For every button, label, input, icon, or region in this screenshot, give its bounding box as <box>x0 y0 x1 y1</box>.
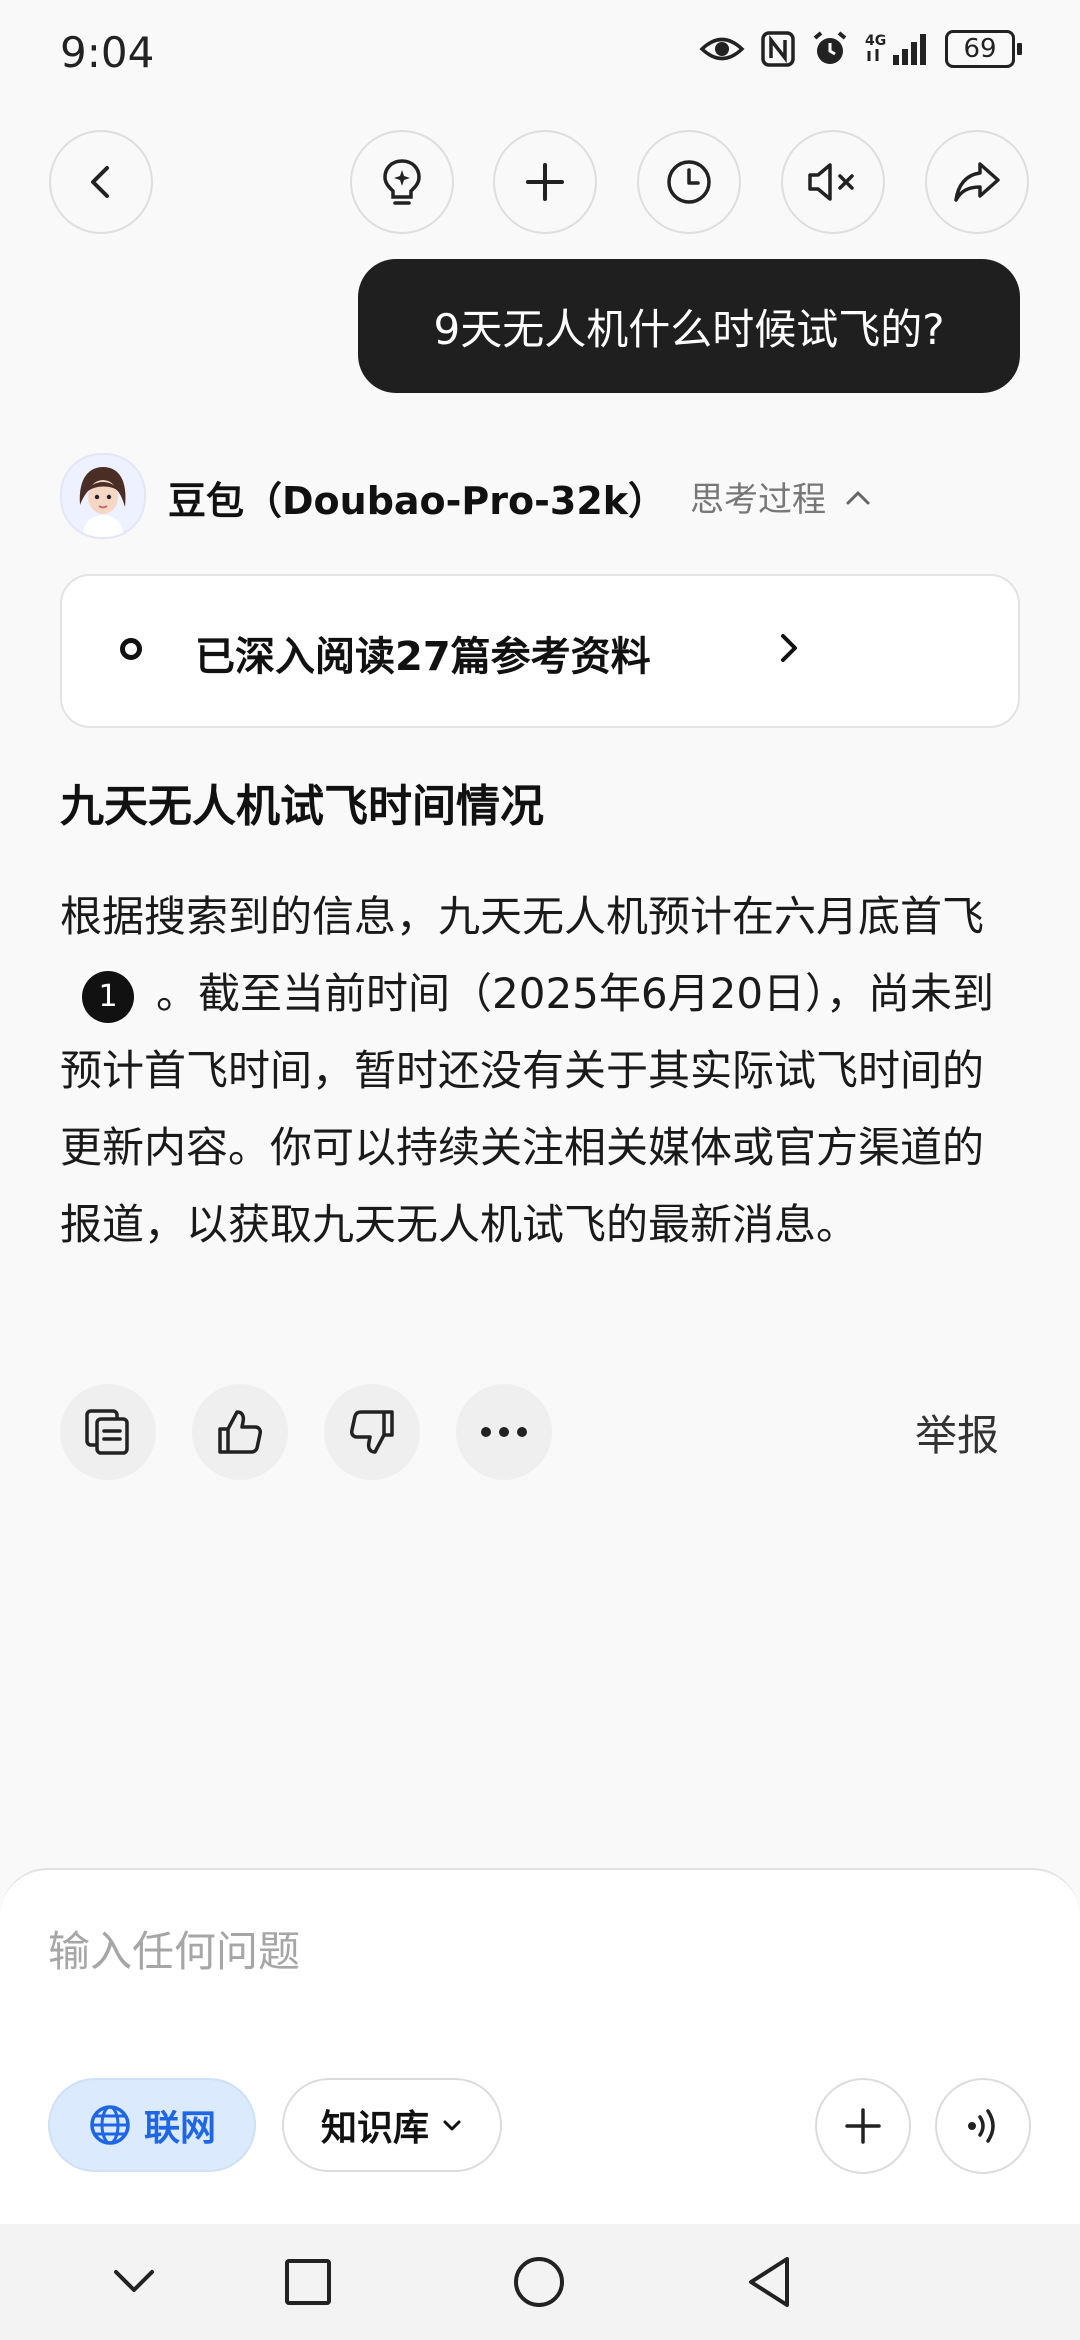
more-icon <box>481 1427 527 1437</box>
attach-button[interactable] <box>815 2078 911 2174</box>
nav-recents-icon[interactable] <box>284 2258 332 2306</box>
bullet-icon <box>120 638 142 660</box>
copy-icon <box>85 1409 129 1455</box>
bot-name: 豆包（Doubao-Pro-32k） <box>168 479 667 523</box>
reference-card-label: 已深入阅读27篇参考资料 <box>195 634 651 680</box>
battery-level: 69 <box>945 30 1015 68</box>
voice-wave-icon <box>968 2109 995 2143</box>
thinking-label: 思考过程 <box>690 480 826 520</box>
answer-title: 九天无人机试飞时间情况 <box>60 781 544 832</box>
signal-4g-icon: 4G <box>865 33 926 65</box>
thumbs-up-icon <box>218 1410 262 1454</box>
nav-collapse-icon[interactable] <box>112 2262 156 2302</box>
mute-icon <box>808 163 854 201</box>
share-icon <box>954 162 1000 202</box>
web-search-label: 联网 <box>143 2108 216 2149</box>
history-button[interactable] <box>637 130 741 234</box>
alarm-icon <box>813 31 847 64</box>
thumbs-down-icon <box>350 1410 394 1454</box>
battery-indicator: 69 <box>945 30 1022 68</box>
like-button[interactable] <box>192 1384 288 1480</box>
nav-home-icon[interactable] <box>513 2256 565 2308</box>
dislike-button[interactable] <box>324 1384 420 1480</box>
web-search-toggle[interactable]: 联网 <box>48 2078 256 2172</box>
knowledge-base-dropdown[interactable]: 知识库 <box>282 2078 502 2172</box>
back-button[interactable] <box>49 130 153 234</box>
reference-card[interactable]: 已深入阅读27篇参考资料 <box>60 574 1020 728</box>
citation-badge[interactable]: 1 <box>82 970 134 1023</box>
status-time: 9:04 <box>60 28 155 77</box>
lightbulb-icon <box>383 159 421 205</box>
copy-button[interactable] <box>60 1384 156 1480</box>
more-button[interactable] <box>456 1384 552 1480</box>
eye-icon <box>699 37 745 61</box>
voice-button[interactable] <box>935 2078 1031 2174</box>
question-input[interactable]: 输入任何问题 <box>48 1918 300 1979</box>
bot-avatar <box>60 453 146 539</box>
history-icon <box>667 160 711 204</box>
plus-icon <box>845 2108 881 2144</box>
plus-icon <box>526 163 564 201</box>
nfc-icon <box>761 31 795 67</box>
status-icons: 4G 69 <box>699 30 1022 68</box>
user-message-bubble[interactable]: 9天无人机什么时候试飞的? <box>358 259 1020 393</box>
share-button[interactable] <box>925 130 1029 234</box>
mute-button[interactable] <box>781 130 885 234</box>
back-icon <box>91 166 109 198</box>
svg-text:4G: 4G <box>865 33 886 49</box>
answer-part-1: 根据搜索到的信息，九天无人机预计在六月底首飞 <box>60 892 985 941</box>
report-link[interactable]: 举报 <box>915 1402 999 1463</box>
knowledge-base-label: 知识库 <box>320 2108 429 2149</box>
chevron-right-icon <box>781 634 797 662</box>
answer-part-2: 。截至当前时间（2025年6月20日），尚未到预计首飞时间，暂时还没有关于其实际… <box>60 969 995 1249</box>
chevron-up-icon <box>846 491 870 504</box>
globe-icon <box>90 2105 130 2145</box>
thinking-toggle[interactable]: 思考过程 <box>690 472 872 521</box>
answer-text: 根据搜索到的信息，九天无人机预计在六月底首飞 1 。截至当前时间（2025年6月20… <box>60 878 1020 1263</box>
inspiration-button[interactable] <box>350 130 454 234</box>
nav-back-icon[interactable] <box>745 2254 793 2310</box>
new-chat-button[interactable] <box>493 130 597 234</box>
chevron-down-icon <box>443 2120 461 2131</box>
